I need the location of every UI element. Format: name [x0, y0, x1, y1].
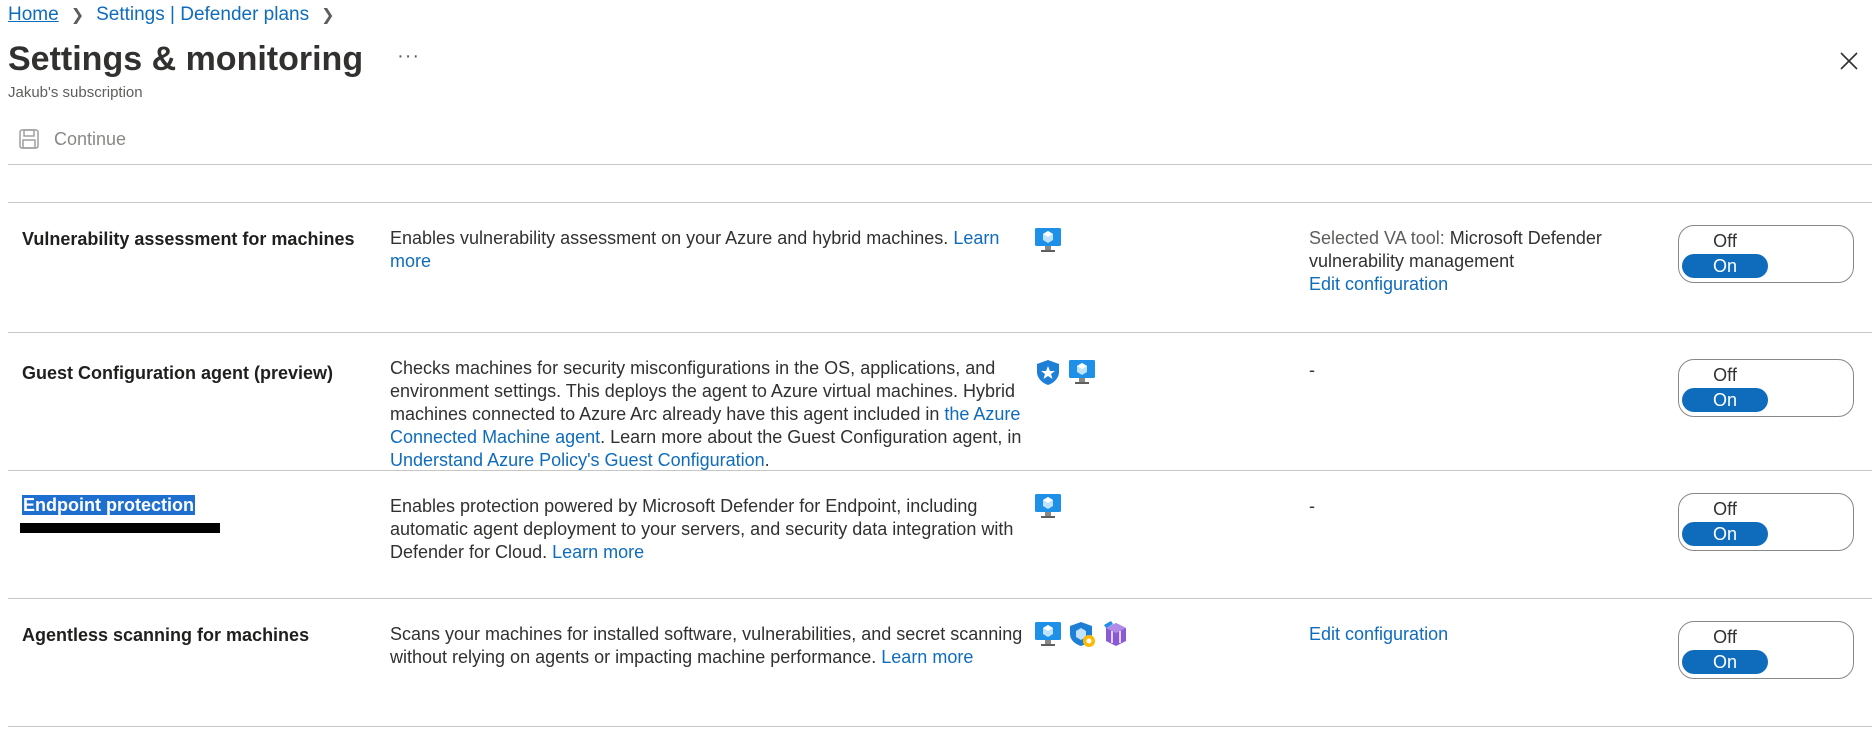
- scale-set-icon: [1070, 622, 1095, 647]
- toggle-off-option[interactable]: Off: [1682, 230, 1768, 252]
- resource-icons: [1033, 619, 1131, 649]
- plan-row-guest-configuration: Guest Configuration agent (preview) Chec…: [8, 332, 1872, 471]
- virtual-machine-icon: [1069, 360, 1095, 384]
- policy-shield-icon: [1037, 360, 1059, 385]
- virtual-machine-icon: [1035, 228, 1061, 252]
- divider: [8, 164, 1872, 165]
- edit-configuration-link[interactable]: Edit configuration: [1309, 274, 1448, 294]
- plan-row-agentless-scanning: Agentless scanning for machines Scans yo…: [8, 598, 1872, 727]
- breadcrumb: Home ❯ Settings | Defender plans ❯: [8, 4, 347, 26]
- divider: [8, 726, 1872, 727]
- row-description: Enables protection powered by Microsoft …: [390, 496, 1014, 562]
- save-icon: [19, 129, 39, 149]
- row-name: Vulnerability assessment for machines: [22, 229, 355, 249]
- virtual-machine-icon: [1035, 494, 1061, 518]
- row-name: Endpoint protection: [22, 495, 195, 515]
- plan-toggle[interactable]: Off On: [1678, 225, 1854, 283]
- virtual-machine-icon: [1035, 622, 1061, 646]
- resource-icons: [1033, 357, 1097, 387]
- breadcrumb-settings-link[interactable]: Settings | Defender plans: [96, 4, 309, 26]
- plan-toggle[interactable]: Off On: [1678, 359, 1854, 417]
- guest-configuration-link[interactable]: Understand Azure Policy's Guest Configur…: [390, 450, 765, 470]
- toggle-on-option[interactable]: On: [1682, 254, 1768, 278]
- edit-configuration-link[interactable]: Edit configuration: [1309, 624, 1448, 644]
- page-subtitle: Jakub's subscription: [8, 84, 143, 101]
- va-tool-label: Selected VA tool:: [1309, 228, 1445, 248]
- row-configuration: -: [1309, 360, 1315, 380]
- chevron-right-icon: ❯: [321, 7, 335, 24]
- learn-more-link[interactable]: Learn more: [552, 542, 644, 562]
- page-header: Settings & monitoring ···: [8, 40, 420, 79]
- row-name: Guest Configuration agent (preview): [22, 363, 334, 383]
- row-description: Checks machines for security misconfigur…: [390, 358, 1022, 470]
- toggle-on-option[interactable]: On: [1682, 388, 1768, 412]
- toggle-on-option[interactable]: On: [1682, 522, 1768, 546]
- row-description: Scans your machines for installed softwa…: [390, 624, 1023, 667]
- row-configuration: -: [1309, 496, 1315, 516]
- resource-icons: [1033, 491, 1063, 521]
- row-name: Agentless scanning for machines: [22, 625, 310, 645]
- row-description: Enables vulnerability assessment on your…: [390, 228, 1000, 271]
- learn-more-link[interactable]: Learn more: [881, 647, 973, 667]
- resource-icons: [1033, 225, 1063, 255]
- command-bar: Continue: [18, 128, 126, 150]
- breadcrumb-home-link[interactable]: Home: [8, 4, 59, 26]
- plan-row-endpoint-protection: Endpoint protection Enables protection p…: [8, 470, 1872, 599]
- plan-row-vulnerability-assessment: Vulnerability assessment for machines En…: [8, 202, 1872, 333]
- page-title: Settings & monitoring: [8, 40, 364, 78]
- continue-button[interactable]: Continue: [54, 129, 126, 150]
- container-registry-icon: [1104, 621, 1126, 646]
- more-options-button[interactable]: ···: [397, 45, 420, 68]
- chevron-right-icon: ❯: [70, 7, 85, 24]
- plan-toggle[interactable]: Off On: [1678, 493, 1854, 551]
- plan-toggle[interactable]: Off On: [1678, 621, 1854, 679]
- toggle-off-option[interactable]: Off: [1682, 364, 1768, 386]
- toggle-on-option[interactable]: On: [1682, 650, 1768, 674]
- close-icon[interactable]: [1838, 50, 1860, 72]
- redaction-bar: [20, 523, 220, 533]
- toggle-off-option[interactable]: Off: [1682, 498, 1768, 520]
- toggle-off-option[interactable]: Off: [1682, 626, 1768, 648]
- row-configuration: Selected VA tool: Microsoft Defender vul…: [1309, 227, 1669, 296]
- row-configuration: Edit configuration: [1309, 623, 1669, 646]
